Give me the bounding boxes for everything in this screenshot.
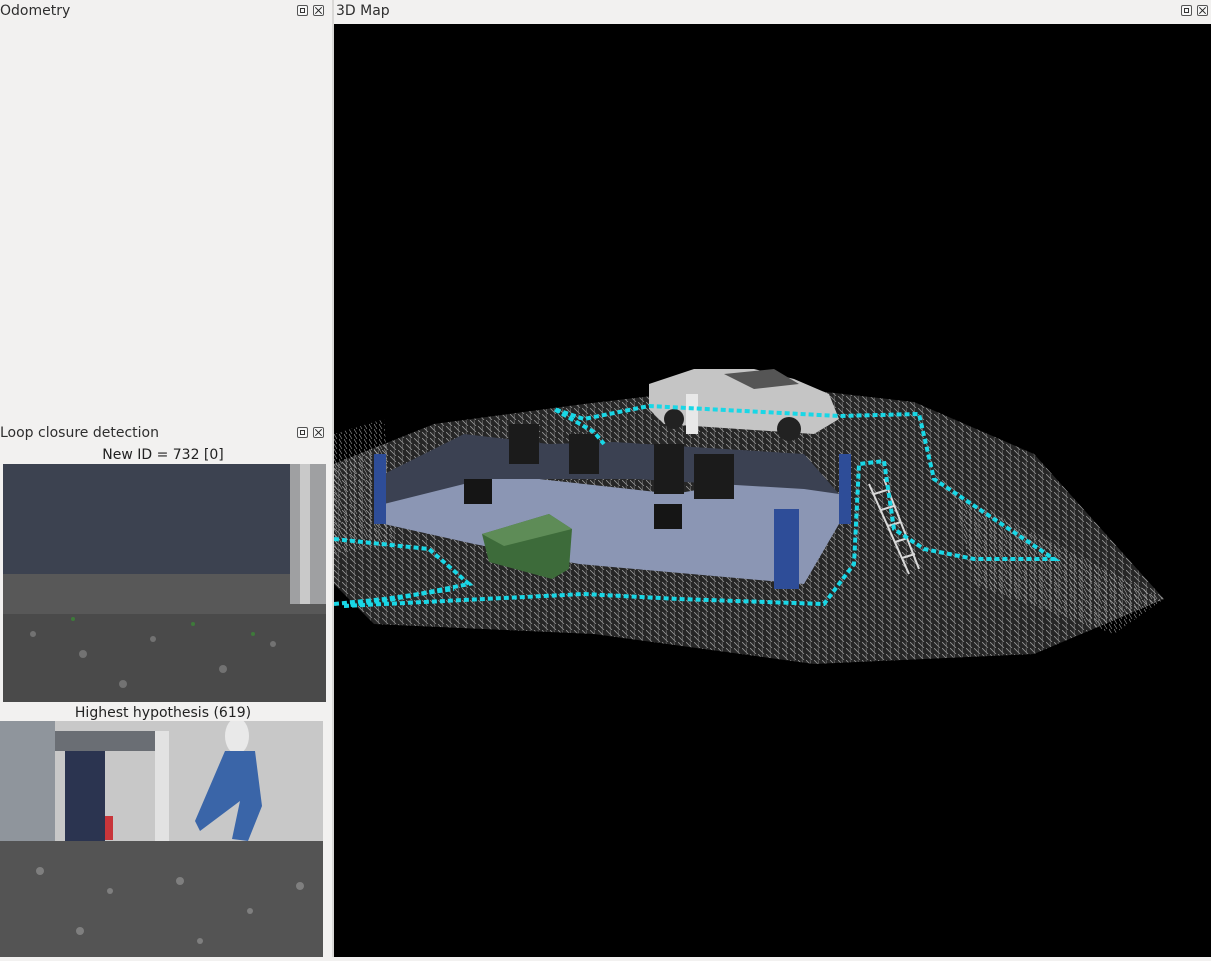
odometry-dock-buttons <box>297 5 324 16</box>
map-dock-buttons <box>1181 5 1208 16</box>
loop-closure-dock-title: Loop closure detection <box>0 422 332 444</box>
odometry-dock-title: Odometry <box>0 0 332 22</box>
close-icon[interactable] <box>313 5 324 16</box>
loop-closure-dock-buttons <box>297 427 324 438</box>
3d-map-view[interactable] <box>333 24 1211 957</box>
float-icon[interactable] <box>1181 5 1192 16</box>
loop-closure-title: Loop closure detection <box>0 425 159 441</box>
close-icon[interactable] <box>313 427 324 438</box>
new-id-image <box>3 464 326 702</box>
map-render <box>333 369 1164 664</box>
hypothesis-label: Highest hypothesis (619) <box>74 705 252 721</box>
close-icon[interactable] <box>1197 5 1208 16</box>
map-title: 3D Map <box>336 3 390 19</box>
float-icon[interactable] <box>297 5 308 16</box>
odometry-title: Odometry <box>0 3 71 19</box>
hypothesis-image <box>0 721 323 957</box>
float-icon[interactable] <box>297 427 308 438</box>
map-dock-title: 3D Map <box>336 0 1036 22</box>
odometry-view <box>0 22 332 424</box>
new-id-label: New ID = 732 [0] <box>102 447 224 463</box>
